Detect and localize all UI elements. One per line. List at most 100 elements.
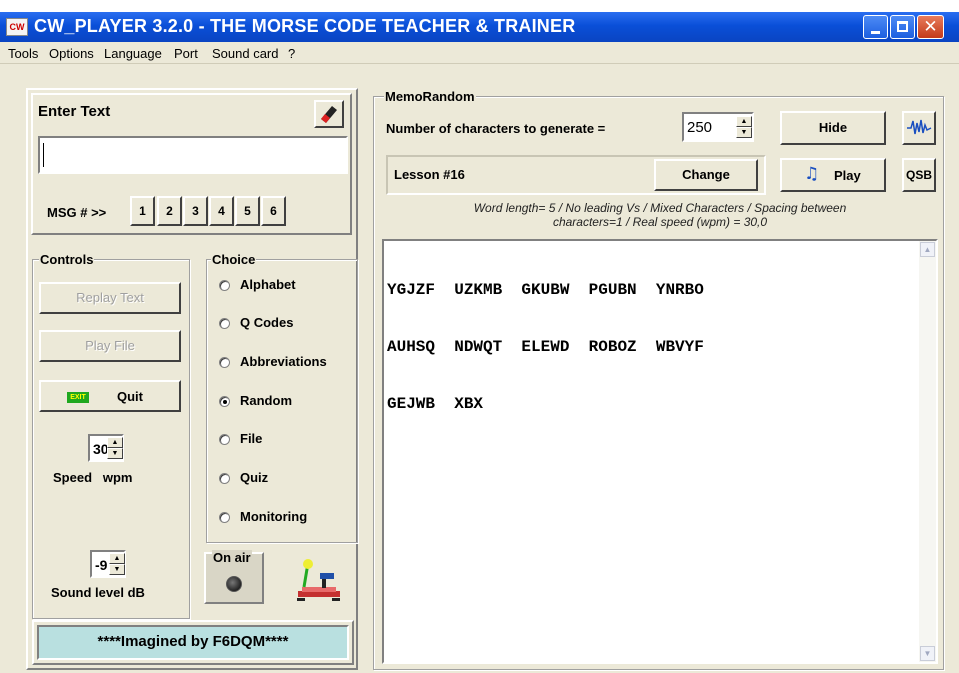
vertical-scrollbar[interactable]: ▲ ▼: [919, 241, 936, 662]
credit-frame: ****Imagined by F6DQM****: [32, 620, 354, 665]
num-chars-value: 250: [687, 119, 713, 136]
enter-text-label: Enter Text: [38, 103, 111, 120]
sound-level-label: Sound level dB: [51, 585, 145, 600]
choice-group: Choice Alphabet Q Codes Abbreviations Rando…: [206, 252, 358, 543]
speed-down-arrow[interactable]: ▼: [107, 448, 123, 459]
lesson-label: Lesson #16: [394, 167, 465, 182]
radio-button[interactable]: [219, 512, 230, 523]
text-line-3: GEJWB XBX: [387, 395, 484, 413]
lesson-box: Lesson #16 Change: [386, 155, 766, 195]
hide-button[interactable]: Hide: [780, 111, 886, 145]
morse-key-icon: [297, 559, 340, 601]
on-air-panel: On air: [204, 550, 264, 604]
menu-port[interactable]: Port: [174, 46, 198, 61]
choice-option-abbreviations[interactable]: Abbreviations: [207, 353, 357, 373]
choice-label: Quiz: [240, 470, 269, 485]
msg-label: MSG # >>: [47, 205, 107, 220]
menu-sound-card[interactable]: Sound card: [212, 46, 279, 61]
radio-button[interactable]: [219, 357, 230, 368]
waveform-button[interactable]: [902, 111, 936, 145]
choice-group-label: Choice: [211, 252, 257, 267]
quit-label: Quit: [117, 389, 143, 404]
choice-label: File: [240, 431, 263, 446]
play-button[interactable]: ♫ Play: [780, 158, 886, 192]
app-icon: CW: [6, 18, 28, 36]
choice-label: Random: [240, 393, 292, 408]
replay-text-button[interactable]: Replay Text: [39, 282, 181, 314]
msg-button-1[interactable]: 1: [130, 196, 155, 226]
menu-tools[interactable]: Tools: [8, 46, 38, 61]
num-chars-spinner[interactable]: 250 ▲ ▼: [682, 112, 754, 142]
choice-option-random[interactable]: Random: [207, 392, 357, 412]
msg-button-3[interactable]: 3: [183, 196, 208, 226]
speed-spinner[interactable]: 30 ▲ ▼: [88, 434, 124, 462]
msg-button-2[interactable]: 2: [157, 196, 182, 226]
choice-label: Abbreviations: [240, 354, 327, 369]
speed-up-arrow[interactable]: ▲: [107, 437, 123, 448]
close-button[interactable]: [917, 15, 944, 39]
text-cursor: [43, 143, 44, 167]
title-bar[interactable]: CW CW_PLAYER 3.2.0 - THE MORSE CODE TEAC…: [0, 12, 959, 42]
exit-icon: EXIT: [67, 392, 89, 403]
enter-text-input[interactable]: [38, 136, 348, 174]
play-file-button[interactable]: Play File: [39, 330, 181, 362]
enter-text-panel: Enter Text MSG # >> 1 2 3 4 5 6: [31, 93, 352, 235]
scroll-down-button[interactable]: ▼: [920, 646, 935, 661]
msg-button-6[interactable]: 6: [261, 196, 286, 226]
text-line-1: YGJZF UZKMB GKUBW PGUBN YNRBO: [387, 281, 704, 299]
choice-label: Alphabet: [240, 277, 296, 292]
choice-label: Q Codes: [240, 315, 294, 330]
quit-button[interactable]: EXIT Quit: [39, 380, 181, 412]
main-window: Enter Text MSG # >> 1 2 3 4 5 6 Controls…: [0, 64, 959, 673]
clear-text-button[interactable]: [314, 100, 344, 128]
radio-button[interactable]: [219, 473, 230, 484]
text-line-2: AUHSQ NDWQT ELEWD ROBOZ WBVYF: [387, 338, 704, 356]
maximize-button[interactable]: [890, 15, 915, 39]
choice-option-alphabet[interactable]: Alphabet: [207, 276, 357, 296]
eraser-icon: [321, 106, 337, 123]
generated-text-area[interactable]: YGJZF UZKMB GKUBW PGUBN YNRBO AUHSQ NDWQ…: [382, 239, 938, 664]
menu-options[interactable]: Options: [49, 46, 94, 61]
music-note-icon: ♫: [804, 164, 820, 184]
qsb-button[interactable]: QSB: [902, 158, 936, 192]
on-air-label: On air: [212, 550, 252, 565]
menu-help[interactable]: ?: [288, 46, 295, 61]
num-chars-label: Number of characters to generate =: [386, 121, 606, 136]
on-air-led: [226, 576, 242, 592]
choice-option-q-codes[interactable]: Q Codes: [207, 314, 357, 334]
choice-option-quiz[interactable]: Quiz: [207, 469, 357, 489]
num-chars-down-arrow[interactable]: ▼: [736, 127, 752, 138]
sound-down-arrow[interactable]: ▼: [109, 564, 125, 575]
minimize-button[interactable]: [863, 15, 888, 39]
menu-language[interactable]: Language: [104, 46, 162, 61]
menu-bar: Tools Options Language Port Sound card ?: [0, 42, 959, 64]
radio-button[interactable]: [219, 434, 230, 445]
memorandom-group-label: MemoRandom: [384, 89, 476, 104]
radio-button[interactable]: [219, 280, 230, 291]
sound-level-spinner[interactable]: -9 ▲ ▼: [90, 550, 126, 578]
radio-button[interactable]: [219, 396, 230, 407]
choice-label: Monitoring: [240, 509, 308, 524]
window-title: CW_PLAYER 3.2.0 - THE MORSE CODE TEACHER…: [34, 16, 576, 36]
sound-level-value: -9: [95, 557, 108, 573]
radio-button[interactable]: [219, 318, 230, 329]
speed-label: Speed wpm: [53, 470, 133, 485]
lesson-info: Word length= 5 / No leading Vs / Mixed C…: [382, 201, 938, 229]
scroll-up-button[interactable]: ▲: [920, 242, 935, 257]
msg-button-5[interactable]: 5: [235, 196, 260, 226]
credit-text: ****Imagined by F6DQM****: [37, 625, 349, 660]
msg-button-4[interactable]: 4: [209, 196, 234, 226]
memorandom-group: MemoRandom Number of characters to gener…: [373, 89, 944, 670]
left-panel: Enter Text MSG # >> 1 2 3 4 5 6 Controls…: [26, 88, 358, 670]
choice-option-file[interactable]: File: [207, 430, 357, 450]
waveform-icon: [907, 119, 932, 135]
controls-group-label: Controls: [39, 252, 95, 267]
controls-group: Controls Replay Text Play File EXIT Quit…: [32, 252, 190, 619]
change-lesson-button[interactable]: Change: [654, 159, 758, 191]
lesson-info-line2: characters=1 / Real speed (wpm) = 30,0: [552, 215, 768, 229]
choice-option-monitoring[interactable]: Monitoring: [207, 508, 357, 528]
num-chars-up-arrow[interactable]: ▲: [736, 116, 752, 127]
sound-up-arrow[interactable]: ▲: [109, 553, 125, 564]
lesson-info-line1: Word length= 5 / No leading Vs / Mixed C…: [473, 201, 847, 215]
generated-text: YGJZF UZKMB GKUBW PGUBN YNRBO AUHSQ NDWQ…: [387, 243, 704, 452]
